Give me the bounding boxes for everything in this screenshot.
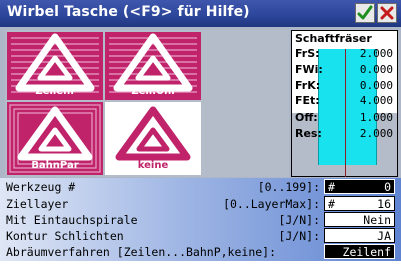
input-value: Nein xyxy=(363,213,391,227)
input-value: Zeilenf xyxy=(342,245,391,259)
strategy-label: BahnPar xyxy=(31,160,79,171)
param-value: 4.000 xyxy=(359,94,393,107)
param-value: 2.000 xyxy=(359,47,393,60)
input-prefix: # xyxy=(328,180,335,194)
clearing-method-input[interactable]: Zeilenf xyxy=(324,244,395,259)
strategy-preview-panel: Zeilenf Zeil.Uni BahnPar keine xyxy=(5,30,289,177)
field-range: [0..LayerMax]: xyxy=(223,197,320,211)
param-label: FWi: xyxy=(295,63,323,76)
dialog-window: Wirbel Tasche (<F9> für Hilfe) Zeilenf Z… xyxy=(0,0,401,265)
field-label: Mit Eintauchspirale xyxy=(6,213,138,227)
close-button[interactable] xyxy=(377,3,397,23)
tool-type-heading: Schaftfräser xyxy=(295,32,372,45)
contour-finish-input[interactable]: JA xyxy=(324,228,395,243)
param-value: 1.000 xyxy=(359,111,393,124)
window-bottom-edge xyxy=(0,261,401,265)
target-layer-input[interactable]: # 16 xyxy=(324,196,395,211)
parameter-form: Werkzeug # [0..199]: # 0 Ziellayer [0..L… xyxy=(0,178,401,261)
strategy-option-keine[interactable]: keine xyxy=(105,102,201,175)
param-row: Res: 2.000 xyxy=(295,127,395,142)
input-value: 16 xyxy=(377,197,391,211)
strategy-option-zeilenf[interactable]: Zeilenf xyxy=(7,32,103,100)
param-label: FrS: xyxy=(295,47,320,60)
title-bar[interactable]: Wirbel Tasche (<F9> für Hilfe) xyxy=(0,0,401,27)
param-row: Off: 1.000 xyxy=(295,111,395,126)
plunge-spiral-input[interactable]: Nein xyxy=(324,212,395,227)
param-label: FrK: xyxy=(295,79,321,92)
field-label: Ziellayer xyxy=(6,197,69,211)
form-row-abraeumverfahren: Abräumverfahren [Zeilen...BahnP,keine]: … xyxy=(0,244,401,260)
param-value: 0.000 xyxy=(359,79,393,92)
input-value: 0 xyxy=(384,180,391,194)
param-label: Res: xyxy=(295,127,322,140)
param-value: 2.000 xyxy=(359,127,393,140)
close-icon xyxy=(380,6,394,20)
param-label: FEt: xyxy=(295,94,320,107)
tool-parameters-panel: Schaftfräser FrS: 2.000 FWi: 0.000 FrK: … xyxy=(291,30,398,177)
form-row-kontur-schlichten: Kontur Schlichten [J/N]: JA xyxy=(0,228,401,244)
param-value: 0.000 xyxy=(359,63,393,76)
input-prefix: # xyxy=(328,197,335,211)
field-range: [J/N]: xyxy=(278,229,320,243)
strategy-option-bahnpar[interactable]: BahnPar xyxy=(7,102,103,175)
tool-number-input[interactable]: # 0 xyxy=(324,179,395,194)
checkmark-icon xyxy=(357,5,373,20)
field-range: [0..199]: xyxy=(257,180,320,194)
field-label: Werkzeug # xyxy=(6,180,76,194)
strategy-label: Zeilenf xyxy=(35,86,75,97)
window-title: Wirbel Tasche (<F9> für Hilfe) xyxy=(7,4,250,20)
strategy-label: Zeil.Uni xyxy=(131,86,175,97)
ok-button[interactable] xyxy=(355,3,375,23)
param-row: FWi: 0.000 xyxy=(295,63,395,78)
form-row-eintauchspirale: Mit Eintauchspirale [J/N]: Nein xyxy=(0,212,401,228)
input-value: JA xyxy=(377,229,391,243)
field-range: [J/N]: xyxy=(278,213,320,227)
strategy-option-zeil-uni[interactable]: Zeil.Uni xyxy=(105,32,201,100)
param-row: FEt: 4.000 xyxy=(295,94,395,109)
strategy-label: keine xyxy=(137,160,169,171)
form-row-ziellayer: Ziellayer [0..LayerMax]: # 16 xyxy=(0,196,401,212)
param-row: FrK: 0.000 xyxy=(295,79,395,94)
param-row: FrS: 2.000 xyxy=(295,47,395,62)
form-row-werkzeug: Werkzeug # [0..199]: # 0 xyxy=(0,179,401,195)
field-label: Kontur Schlichten xyxy=(6,229,124,243)
field-label: Abräumverfahren [Zeilen...BahnP,keine]: xyxy=(6,245,277,259)
param-label: Off: xyxy=(295,111,318,124)
